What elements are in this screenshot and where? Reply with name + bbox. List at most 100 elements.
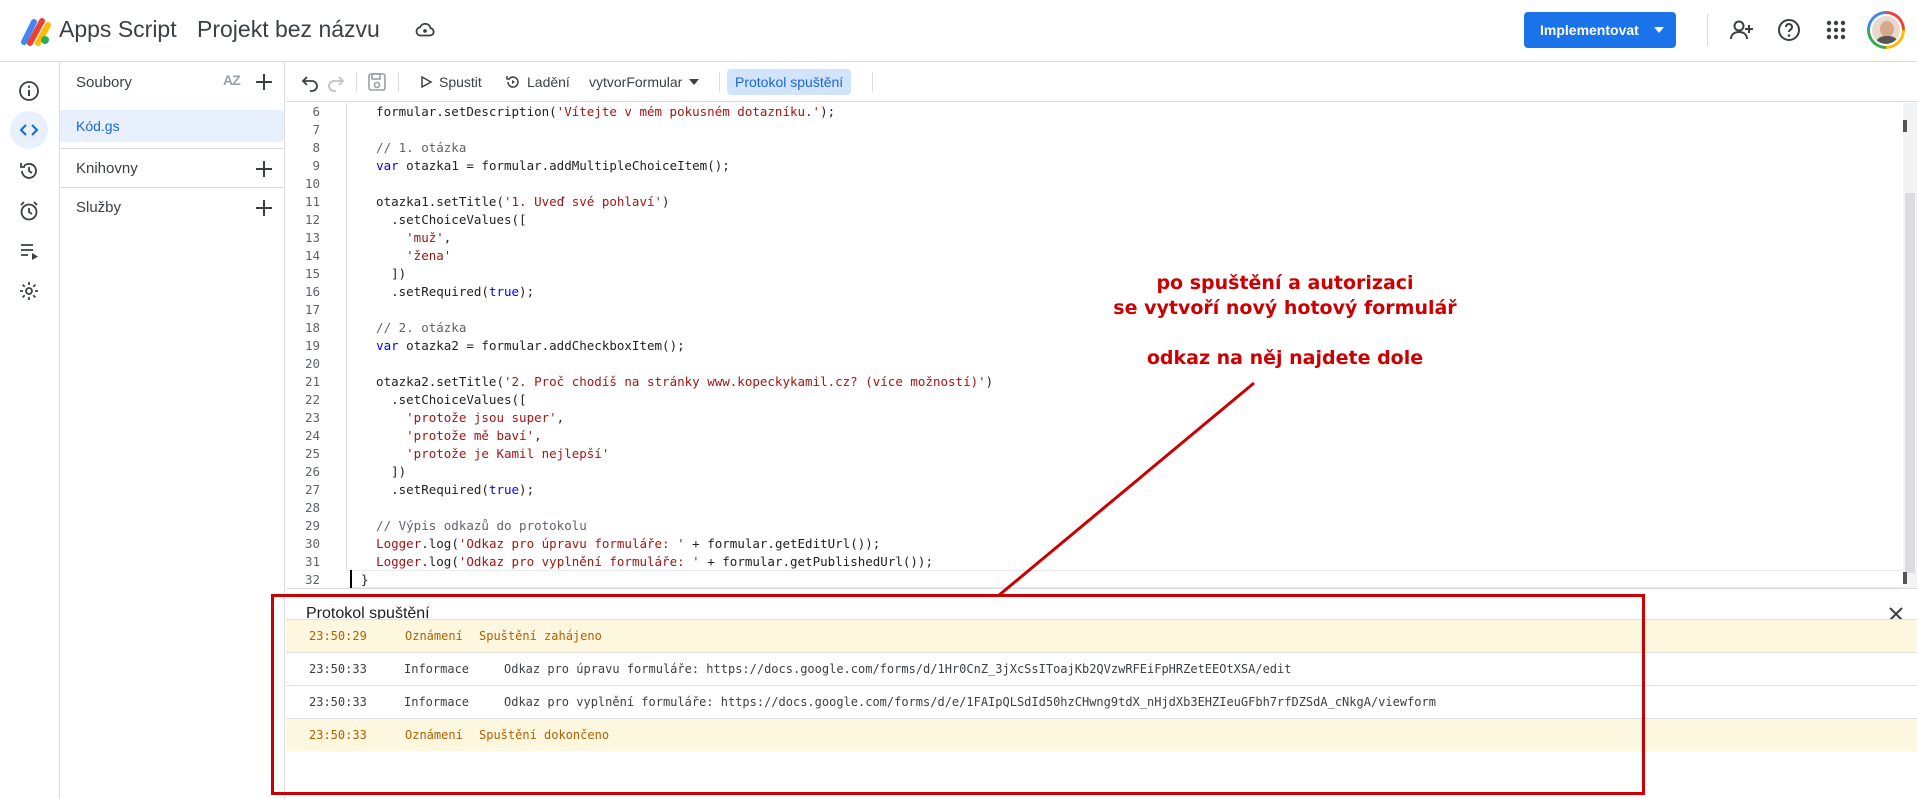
code-line[interactable]: 13 'muž', <box>286 229 1886 247</box>
line-number: 10 <box>304 176 320 191</box>
file-item-kod-gs[interactable]: Kód.gs <box>60 110 284 142</box>
code-token: , <box>556 410 565 425</box>
section-libraries[interactable]: Knihovny <box>60 148 285 187</box>
line-number: 6 <box>312 104 320 119</box>
code-token: formular.setDescription( <box>361 104 557 119</box>
code-text: 'muž', <box>361 229 451 247</box>
code-line[interactable]: 25 'protože je Kamil nejlepší' <box>286 445 1886 463</box>
toolbar-divider <box>356 72 357 92</box>
section-services[interactable]: Služby <box>60 187 285 226</box>
code-line[interactable]: 8 // 1. otázka <box>286 139 1886 157</box>
code-line[interactable]: 24 'protože mě baví', <box>286 427 1886 445</box>
line-number: 32 <box>304 572 320 587</box>
undo-icon[interactable] <box>300 71 320 93</box>
editor-vertical-scrollbar[interactable] <box>1903 103 1917 588</box>
share-person-add-icon[interactable] <box>1729 17 1755 43</box>
code-token: 'muž' <box>406 230 444 245</box>
log-row: 23:50:29 Oznámení Spuštění zahájeno <box>286 619 1917 652</box>
execution-log-toggle[interactable]: Protokol spuštění <box>727 69 852 95</box>
code-line[interactable]: 9 var otazka1 = formular.addMultipleChoi… <box>286 157 1886 175</box>
code-line[interactable]: 6 formular.setDescription('Vítejte v mém… <box>286 103 1886 121</box>
files-header: Soubory AZ <box>60 62 285 102</box>
run-button[interactable]: Spustit <box>419 71 482 93</box>
line-number: 27 <box>304 482 320 497</box>
function-select-value: vytvorFormular <box>589 74 683 90</box>
save-icon[interactable] <box>366 71 388 93</box>
code-line[interactable]: 22 .setChoiceValues([ <box>286 391 1886 409</box>
code-line[interactable]: 31 Logger.log('Odkaz pro vyplnění formul… <box>286 553 1886 571</box>
code-line[interactable]: 15 ]) <box>286 265 1886 283</box>
scrollbar-thumb[interactable] <box>1905 193 1915 573</box>
settings-gear-icon[interactable] <box>16 278 42 304</box>
code-text: var otazka2 = formular.addCheckboxItem()… <box>361 337 685 355</box>
deploy-button[interactable]: Implementovat <box>1524 12 1676 48</box>
code-line[interactable]: 14 'žena' <box>286 247 1886 265</box>
help-icon[interactable] <box>1776 17 1802 43</box>
code-token: .log( <box>421 536 459 551</box>
code-line[interactable]: 23 'protože jsou super', <box>286 409 1886 427</box>
line-number: 21 <box>304 374 320 389</box>
code-line[interactable]: 32} <box>286 571 1886 589</box>
log-row: 23:50:33 Oznámení Spuštění dokončeno <box>286 718 1917 751</box>
code-line[interactable]: 7 <box>286 121 1886 139</box>
code-token: ) <box>662 194 670 209</box>
add-library-plus-icon[interactable] <box>254 159 274 179</box>
code-line[interactable]: 20 <box>286 355 1886 373</box>
code-token: ) <box>985 374 994 389</box>
code-line[interactable]: 21 otazka2.setTitle('2. Proč chodíš na s… <box>286 373 1886 391</box>
log-time: 23:50:29 <box>309 629 367 643</box>
code-line[interactable]: 28 <box>286 499 1886 517</box>
code-token: .setChoiceValues([ <box>361 392 527 407</box>
code-line[interactable]: 18 // 2. otázka <box>286 319 1886 337</box>
line-number: 9 <box>312 158 320 173</box>
line-number: 20 <box>304 356 320 371</box>
code-text: 'protože mě baví', <box>361 427 541 445</box>
code-token: + formular.getPublishedUrl()); <box>699 554 933 569</box>
code-editor[interactable]: 6 formular.setDescription('Vítejte v mém… <box>286 103 1917 588</box>
text-cursor <box>350 570 352 588</box>
add-service-plus-icon[interactable] <box>254 198 274 218</box>
run-label: Spustit <box>439 74 482 90</box>
add-file-plus-icon[interactable] <box>254 72 274 92</box>
project-title[interactable]: Projekt bez názvu <box>197 16 380 43</box>
code-line[interactable]: 29 // Výpis odkazů do protokolu <box>286 517 1886 535</box>
code-token: .setRequired( <box>361 284 489 299</box>
function-select[interactable]: vytvorFormular <box>589 71 700 93</box>
code-token: } <box>361 572 369 587</box>
toolbar-divider <box>872 72 873 92</box>
file-name: Kód.gs <box>76 118 120 134</box>
editor-code-icon[interactable] <box>10 111 48 149</box>
debug-button[interactable]: Ladění <box>505 71 570 93</box>
code-line[interactable]: 10 <box>286 175 1886 193</box>
code-line[interactable]: 19 var otazka2 = formular.addCheckboxIte… <box>286 337 1886 355</box>
code-line[interactable]: 30 Logger.log('Odkaz pro úpravu formulář… <box>286 535 1886 553</box>
annotation-line-1: po spuštění a autorizaci <box>1156 272 1414 294</box>
code-text: } <box>361 571 369 589</box>
sort-az-icon[interactable]: AZ <box>223 72 241 88</box>
overview-info-icon[interactable] <box>16 78 42 104</box>
code-token: true <box>488 284 520 299</box>
code-line[interactable]: 26 ]) <box>286 463 1886 481</box>
triggers-alarm-icon[interactable] <box>16 198 42 224</box>
apps-grid-icon[interactable] <box>1823 17 1849 43</box>
code-line[interactable]: 12 .setChoiceValues([ <box>286 211 1886 229</box>
code-line[interactable]: 27 .setRequired(true); <box>286 481 1886 499</box>
app-name[interactable]: Apps Script <box>59 16 177 43</box>
line-number: 30 <box>304 536 320 551</box>
log-time: 23:50:33 <box>309 662 367 676</box>
code-token: '1. Uveď své pohlaví' <box>504 194 663 209</box>
history-icon[interactable] <box>16 158 42 184</box>
code-text: var otazka1 = formular.addMultipleChoice… <box>361 157 730 175</box>
redo-icon[interactable] <box>326 71 346 93</box>
cloud-saved-icon <box>415 22 435 37</box>
code-line[interactable]: 11 otazka1.setTitle('1. Uveď své pohlaví… <box>286 193 1886 211</box>
line-number: 29 <box>304 518 320 533</box>
avatar[interactable] <box>1867 11 1905 49</box>
log-message: Odkaz pro vyplnění formuláře: https://do… <box>504 695 1436 709</box>
executions-list-icon[interactable] <box>16 238 42 264</box>
apps-script-logo-icon[interactable] <box>20 16 52 46</box>
play-icon <box>421 75 433 89</box>
